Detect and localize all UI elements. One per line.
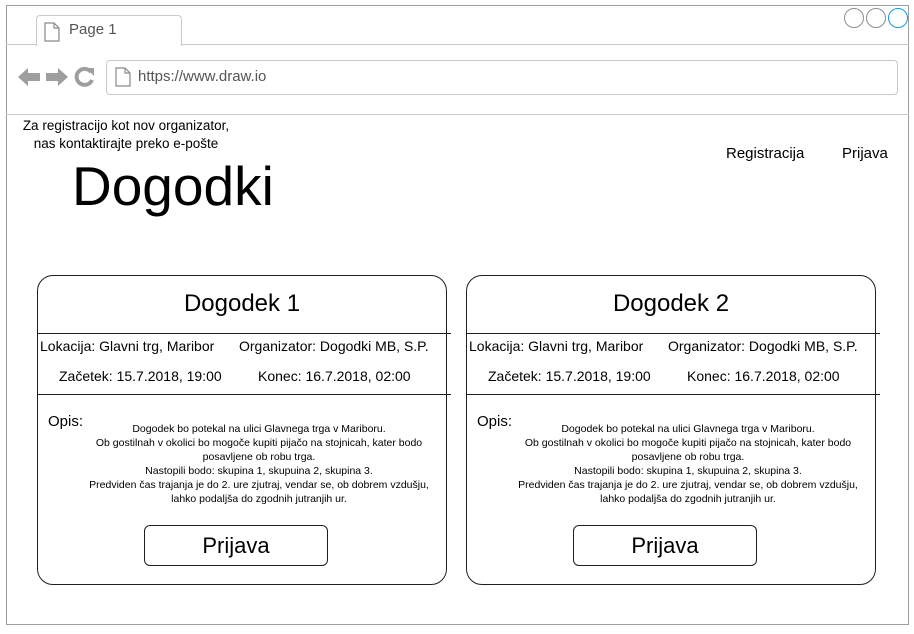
url-text: https://www.draw.io [138,68,267,85]
divider [37,394,451,395]
event-start: Začetek: 15.7.2018, 19:00 [59,368,222,384]
event-signup-button[interactable]: Prijava [573,525,757,566]
event-start: Začetek: 15.7.2018, 19:00 [488,368,651,384]
address-bar[interactable]: https://www.draw.io [106,60,898,95]
page-title: Dogodki [72,155,274,217]
divider [37,333,451,334]
maximize-button[interactable] [866,8,886,28]
event-card: Dogodek 2 Lokacija: Glavni trg, Maribor … [466,275,880,585]
description-label: Opis: [477,413,513,430]
minimize-button[interactable] [844,8,864,28]
browser-tab[interactable]: Page 1 [36,15,182,46]
window-controls [844,8,908,28]
event-signup-button[interactable]: Prijava [144,525,328,566]
organizer-note: Za registracijo kot nov organizator, nas… [22,118,230,151]
divider [466,394,880,395]
description-label: Opis: [48,413,84,430]
page-icon [115,67,131,92]
arrow-left-icon[interactable] [17,66,41,93]
event-description: Dogodek bo potekal na ulici Glavnega trg… [89,423,429,505]
event-location: Lokacija: Glavni trg, Maribor [469,338,644,354]
arrow-right-icon[interactable] [45,66,69,93]
event-end: Konec: 16.7.2018, 02:00 [687,368,840,384]
event-organizer: Organizator: Dogodki MB, S.P. [239,338,429,354]
tab-label: Page 1 [69,21,117,38]
event-title: Dogodek 1 [183,290,301,317]
close-button[interactable] [888,8,908,28]
reload-icon[interactable] [73,66,95,93]
event-location: Lokacija: Glavni trg, Maribor [40,338,215,354]
event-card: Dogodek 1 Lokacija: Glavni trg, Maribor … [37,275,451,585]
event-organizer: Organizator: Dogodki MB, S.P. [668,338,858,354]
login-link[interactable]: Prijava [842,145,888,162]
page-icon [44,22,60,47]
nav-controls [17,66,95,93]
event-end: Konec: 16.7.2018, 02:00 [258,368,411,384]
event-description: Dogodek bo potekal na ulici Glavnega trg… [518,423,858,505]
event-title: Dogodek 2 [612,290,730,317]
divider [466,333,880,334]
register-link[interactable]: Registracija [726,145,804,162]
